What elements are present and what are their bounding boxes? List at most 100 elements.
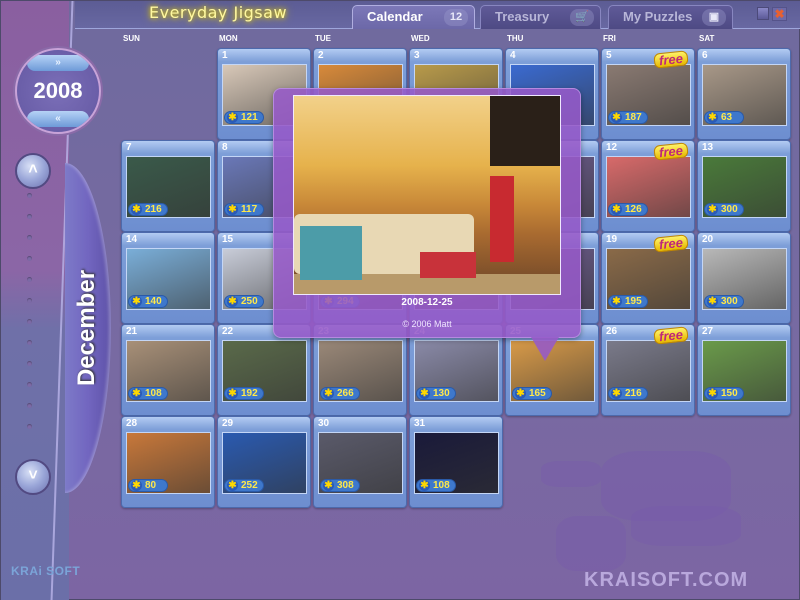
image-window <box>490 96 560 166</box>
puzzle-piece-icon: ✱ <box>227 388 238 399</box>
piece-count-badge: ✱ 308 <box>320 479 360 492</box>
puzzle-piece-icon: ✱ <box>611 388 622 399</box>
weekday-label: MON <box>219 34 238 43</box>
day-cell[interactable]: 21 ✱ 108 <box>121 324 215 416</box>
preview-date: 2008-12-25 <box>401 297 453 308</box>
year-selector: » 2008 « <box>15 48 101 134</box>
day-cell[interactable]: 5 ✱ 187 free <box>601 48 695 140</box>
preview-image[interactable] <box>293 95 561 295</box>
day-number: 6 <box>702 50 708 61</box>
puzzle-piece-icon: ✱ <box>707 296 718 307</box>
day-number: 12 <box>606 142 618 153</box>
day-number: 31 <box>414 418 426 429</box>
piece-count: 216 <box>625 388 642 399</box>
tab-treasury[interactable]: Treasury 🛒 <box>480 5 601 29</box>
day-cell[interactable]: 14 ✱ 140 <box>121 232 215 324</box>
puzzle-piece-icon: ✱ <box>707 388 718 399</box>
chevron-down-icon: ˅ <box>28 467 38 484</box>
puzzle-piece-icon: ✱ <box>323 388 334 399</box>
day-number: 19 <box>606 234 618 245</box>
piece-count: 165 <box>529 388 546 399</box>
day-number: 29 <box>222 418 234 429</box>
calendar-icon: 12 <box>444 9 468 26</box>
piece-count-badge: ✱ 117 <box>224 203 264 216</box>
previous-year-button[interactable]: « <box>27 111 89 127</box>
minimize-button[interactable] <box>757 7 769 20</box>
piece-count-badge: ✱ 140 <box>128 295 168 308</box>
day-number: 13 <box>702 142 714 153</box>
day-number: 14 <box>126 234 138 245</box>
puzzle-piece-icon: ✱ <box>419 480 430 491</box>
day-number: 2 <box>318 50 324 61</box>
month-label: December <box>67 163 107 493</box>
kraisoft-logo: KRAi SOFT <box>11 564 81 578</box>
double-chevron-right-icon: » <box>55 57 61 68</box>
weekday-label: SUN <box>123 34 140 43</box>
day-number: 27 <box>702 326 714 337</box>
day-cell[interactable]: 27 ✱ 150 <box>697 324 791 416</box>
weekday-label: WED <box>411 34 430 43</box>
piece-count: 126 <box>625 204 642 215</box>
piece-count-badge: ✱ 216 <box>128 203 168 216</box>
piece-count: 130 <box>433 388 450 399</box>
day-cell[interactable]: 30 ✱ 308 <box>313 416 407 508</box>
day-cell[interactable]: 20 ✱ 300 <box>697 232 791 324</box>
piece-count-badge: ✱ 80 <box>128 479 168 492</box>
tab-calendar[interactable]: Calendar 12 <box>352 5 475 29</box>
day-number: 26 <box>606 326 618 337</box>
day-cell[interactable]: 6 ✱ 63 <box>697 48 791 140</box>
puzzle-preview-popup: 2008-12-25 © 2006 Matt <box>273 88 581 338</box>
piece-count-badge: ✱ 300 <box>704 203 744 216</box>
puzzle-piece-icon: ✱ <box>707 204 718 215</box>
piece-count: 266 <box>337 388 354 399</box>
photos-icon: ▣ <box>702 9 726 26</box>
day-cell[interactable]: 26 ✱ 216 free <box>601 324 695 416</box>
close-button[interactable]: ✖ <box>772 7 787 21</box>
day-number: 3 <box>414 50 420 61</box>
puzzle-piece-icon: ✱ <box>131 296 142 307</box>
piece-count: 187 <box>625 112 642 123</box>
day-cell[interactable]: 12 ✱ 126 free <box>601 140 695 232</box>
scroll-track <box>27 193 33 445</box>
month-name: December <box>73 269 100 387</box>
weekday-label: THU <box>507 34 524 43</box>
puzzle-piece-icon: ✱ <box>227 480 238 491</box>
piece-count: 216 <box>145 204 162 215</box>
piece-count-badge: ✱ 126 <box>608 203 648 216</box>
piece-count: 150 <box>721 388 738 399</box>
piece-count: 250 <box>241 296 258 307</box>
puzzle-piece-icon: ✱ <box>419 388 430 399</box>
day-number: 1 <box>222 50 228 61</box>
piece-count-badge: ✱ 195 <box>608 295 648 308</box>
shopping-cart-icon: 🛒 <box>570 9 594 26</box>
day-cell[interactable]: 13 ✱ 300 <box>697 140 791 232</box>
day-cell[interactable]: 19 ✱ 195 free <box>601 232 695 324</box>
day-cell[interactable]: 28 ✱ 80 <box>121 416 215 508</box>
next-month-button[interactable]: ˅ <box>15 459 51 495</box>
piece-count: 308 <box>337 480 354 491</box>
image-gift <box>300 226 362 280</box>
tab-my-puzzles[interactable]: My Puzzles ▣ <box>608 5 733 29</box>
close-icon: ✖ <box>774 7 785 21</box>
previous-month-button[interactable]: ˄ <box>15 153 51 189</box>
piece-count-badge: ✱ 130 <box>416 387 456 400</box>
piece-count: 63 <box>721 112 733 123</box>
piece-count-badge: ✱ 250 <box>224 295 264 308</box>
day-number: 7 <box>126 142 132 153</box>
puzzle-piece-icon: ✱ <box>131 204 142 215</box>
day-cell[interactable]: 31 ✱ 108 <box>409 416 503 508</box>
next-year-button[interactable]: » <box>27 55 89 71</box>
piece-count-badge: ✱ 300 <box>704 295 744 308</box>
site-watermark: KRAISOFT.COM <box>584 569 749 591</box>
day-cell[interactable]: 7 ✱ 216 <box>121 140 215 232</box>
piece-count: 300 <box>721 296 738 307</box>
day-cell[interactable]: 29 ✱ 252 <box>217 416 311 508</box>
puzzle-piece-icon: ✱ <box>131 480 142 491</box>
day-number: 15 <box>222 234 234 245</box>
puzzle-piece-icon: ✱ <box>515 388 526 399</box>
piece-count-badge: ✱ 63 <box>704 111 744 124</box>
day-number: 8 <box>222 142 228 153</box>
puzzle-piece-icon: ✱ <box>227 296 238 307</box>
image-gift <box>490 176 514 262</box>
puzzle-piece-icon: ✱ <box>227 204 238 215</box>
